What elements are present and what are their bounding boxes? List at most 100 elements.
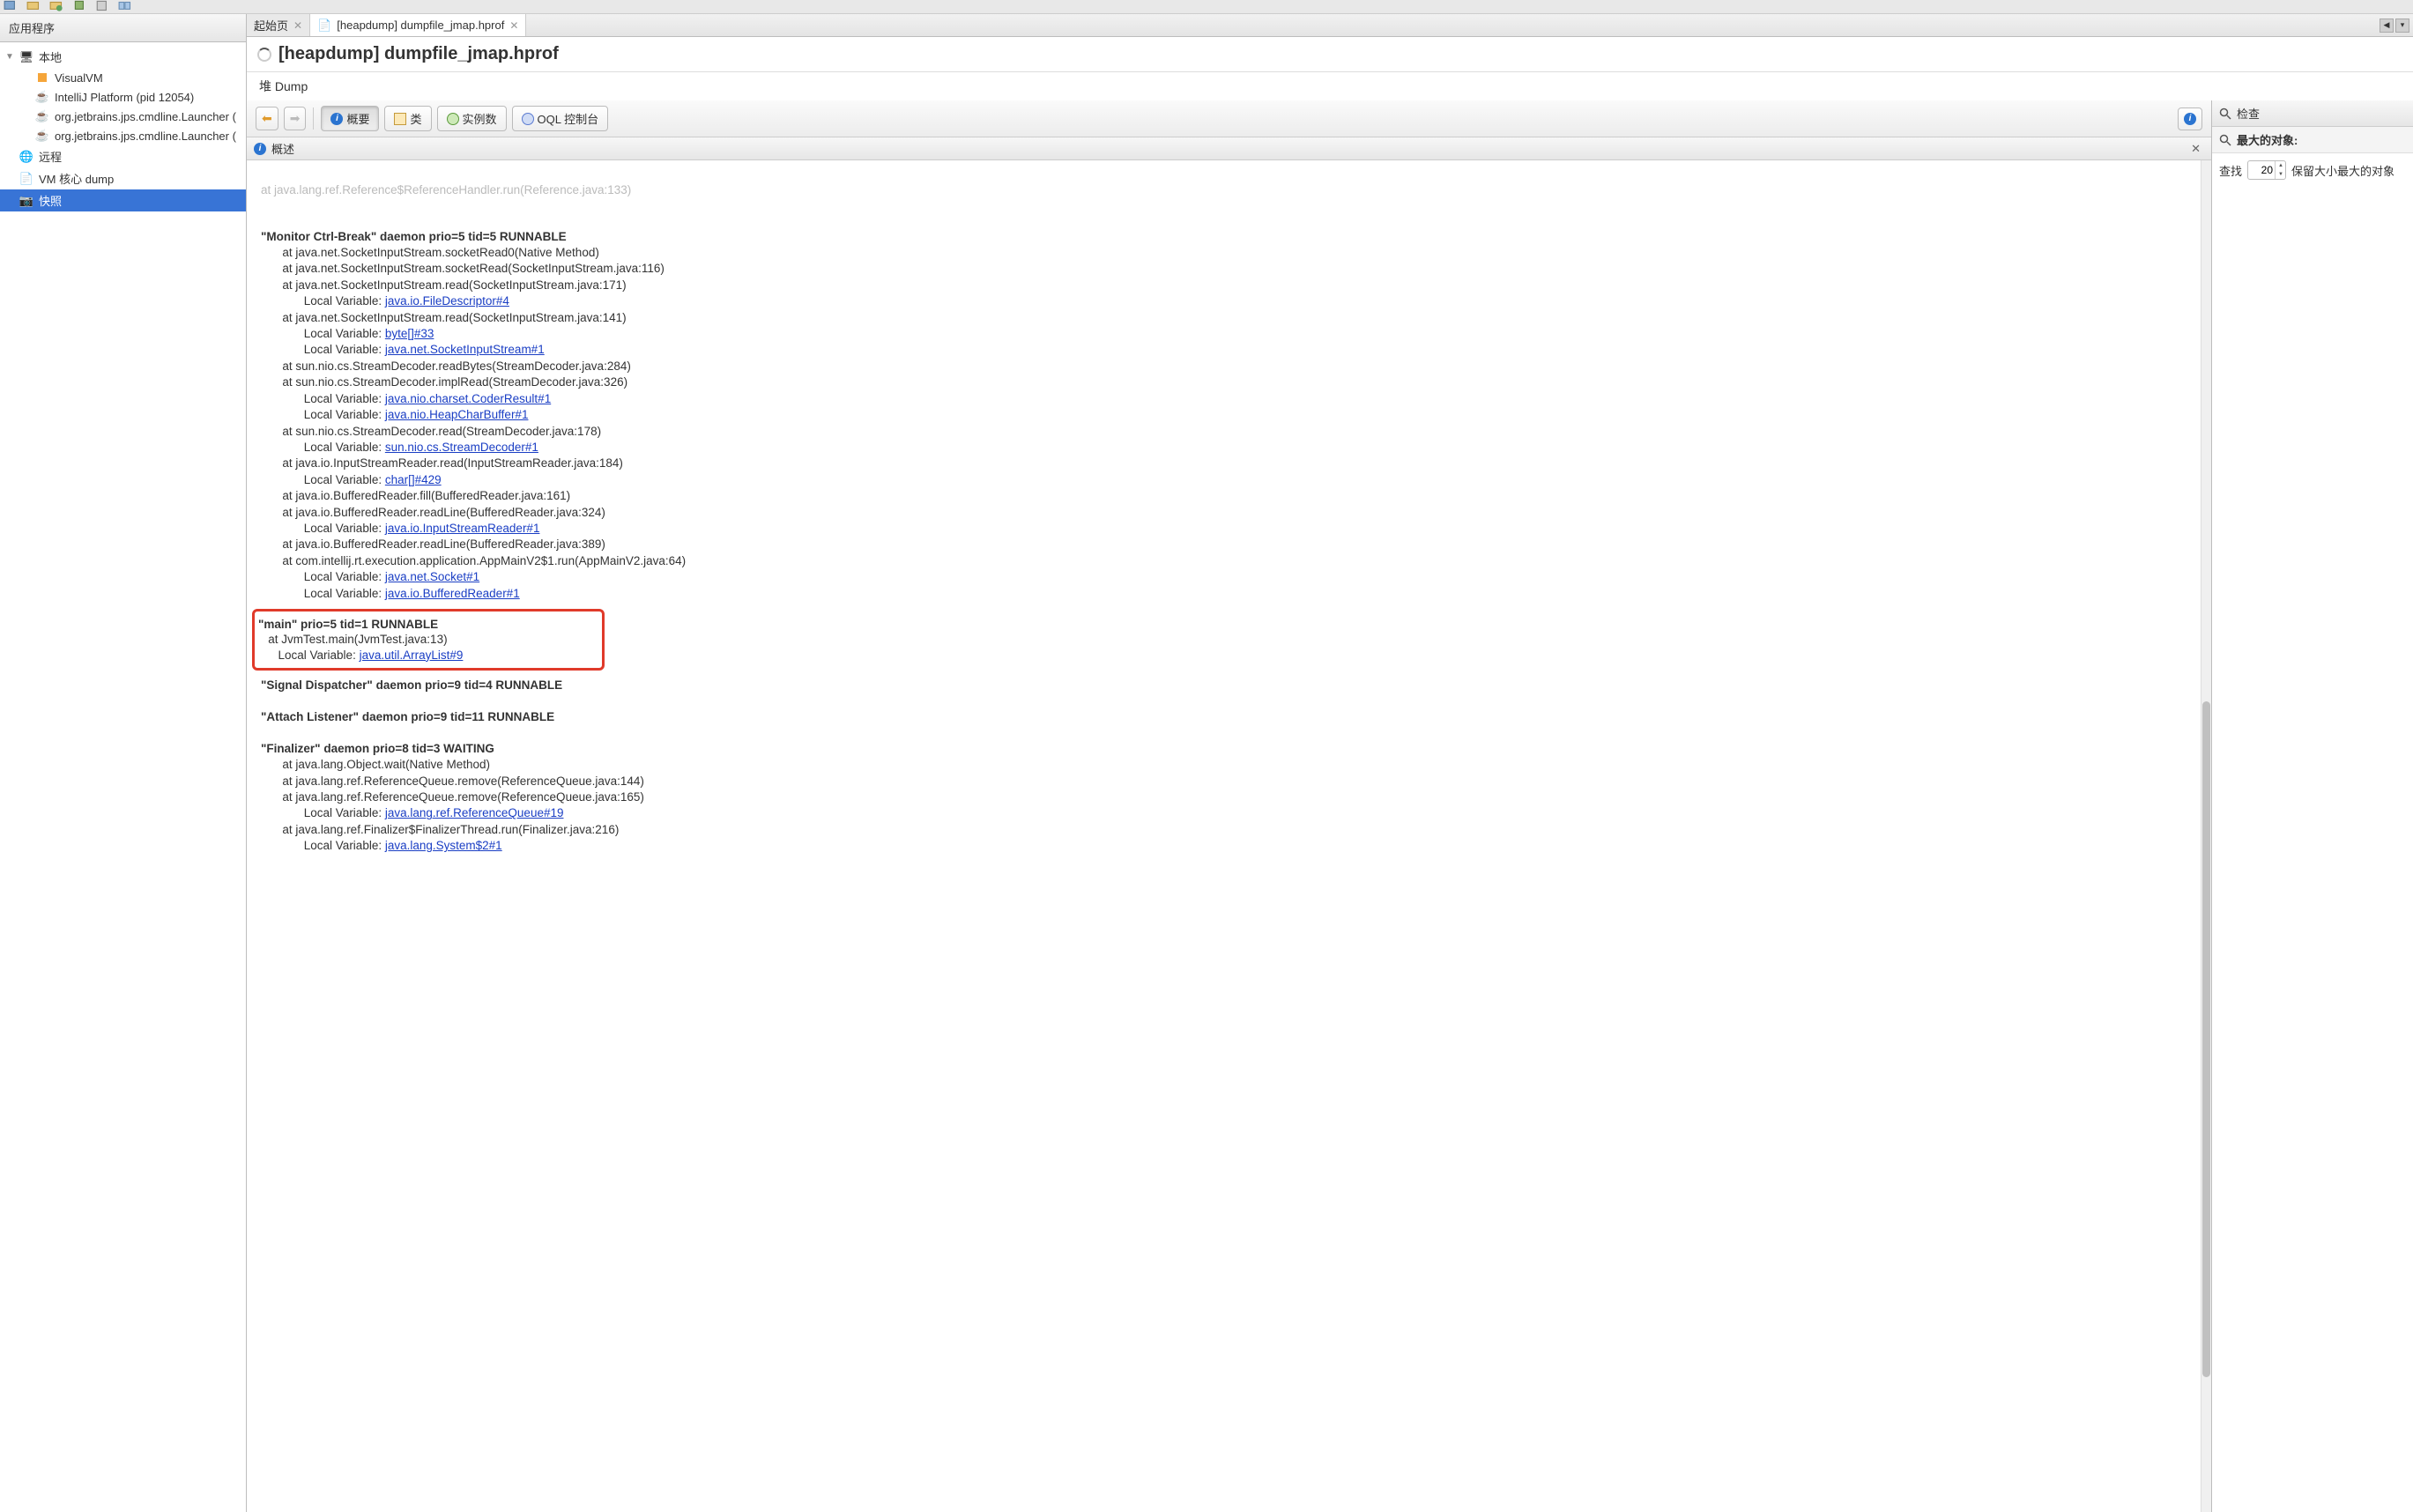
coredump-icon: 📄 — [19, 172, 33, 186]
instances-button[interactable]: 实例数 — [437, 106, 507, 131]
nav-back-button[interactable]: ⬅ — [256, 107, 278, 130]
visualvm-icon — [35, 70, 49, 85]
tree-item[interactable]: ☕ org.jetbrains.jps.cmdline.Launcher ( — [0, 126, 246, 145]
nav-forward-button[interactable]: ➡ — [284, 107, 307, 130]
stack-line: at java.lang.ref.ReferenceQueue.remove(R… — [282, 775, 644, 788]
step-up-icon[interactable]: ▲ — [2276, 161, 2286, 170]
biggest-objects-label: 最大的对象: — [2237, 131, 2298, 148]
highlighted-thread: "main" prio=5 tid=1 RUNNABLE at JvmTest.… — [252, 609, 605, 671]
scrollbar-thumb[interactable] — [2202, 701, 2210, 1377]
toolbar-icon[interactable] — [4, 0, 19, 12]
oql-button[interactable]: OQL 控制台 — [512, 106, 609, 131]
toolbar-icon[interactable] — [26, 0, 42, 12]
local-var-link[interactable]: java.util.ArrayList#9 — [360, 649, 464, 662]
editor-tab-strip: 起始页 ✕ 📄 [heapdump] dumpfile_jmap.hprof ✕… — [247, 14, 2413, 37]
tree-item[interactable]: ☕ org.jetbrains.jps.cmdline.Launcher ( — [0, 107, 246, 126]
local-var-link[interactable]: byte[]#33 — [385, 327, 434, 340]
thread-dump-view[interactable]: at java.lang.ref.Reference$ReferenceHand… — [247, 160, 2201, 1512]
thread-header: "Monitor Ctrl-Break" daemon prio=5 tid=5… — [261, 230, 567, 243]
tree-item[interactable]: VisualVM — [0, 68, 246, 87]
close-icon[interactable]: ✕ — [509, 19, 518, 32]
local-var-prefix: Local Variable: — [304, 408, 385, 421]
local-var-link[interactable]: char[]#429 — [385, 473, 442, 486]
local-var-prefix: Local Variable: — [304, 441, 385, 454]
toolbar-icon[interactable] — [118, 0, 134, 12]
snapshot-icon: 📷 — [19, 194, 33, 208]
sub-tab-label: 概述 — [271, 140, 294, 157]
local-var-prefix: Local Variable: — [304, 522, 385, 535]
local-var-link[interactable]: java.net.SocketInputStream#1 — [385, 343, 545, 356]
tree-local[interactable]: ▼ 🖥 本地 — [0, 46, 246, 68]
java-icon: ☕ — [35, 90, 49, 104]
local-var-link[interactable]: java.io.FileDescriptor#4 — [385, 294, 509, 308]
tree-remote[interactable]: 🌐 远程 — [0, 145, 246, 167]
tab-start[interactable]: 起始页 ✕ — [247, 14, 310, 36]
stack-line: at java.lang.ref.Finalizer$FinalizerThre… — [282, 823, 619, 836]
btn-label: 实例数 — [463, 110, 497, 127]
stack-line: at sun.nio.cs.StreamDecoder.read(StreamD… — [282, 425, 601, 438]
close-icon[interactable]: ✕ — [293, 19, 302, 32]
thread-header: "Signal Dispatcher" daemon prio=9 tid=4 … — [261, 678, 562, 692]
local-var-prefix: Local Variable: — [304, 806, 385, 819]
tree-label: VM 核心 dump — [39, 170, 114, 187]
tree-label: IntelliJ Platform (pid 12054) — [55, 91, 194, 104]
find-label: 查找 — [2219, 162, 2242, 179]
app-toolbar — [0, 0, 2413, 14]
stack-line: at java.lang.ref.Reference$ReferenceHand… — [261, 183, 631, 196]
local-var-link[interactable]: java.net.Socket#1 — [385, 570, 479, 583]
loading-spinner-icon — [257, 48, 271, 62]
toolbar-icon[interactable] — [72, 0, 88, 12]
thread-header: "Attach Listener" daemon prio=9 tid=11 R… — [261, 710, 554, 723]
tree-item[interactable]: ☕ IntelliJ Platform (pid 12054) — [0, 87, 246, 107]
local-var-link[interactable]: java.io.InputStreamReader#1 — [385, 522, 540, 535]
sub-tab-overview[interactable]: i 概述 — [254, 140, 294, 157]
java-icon: ☕ — [35, 129, 49, 143]
local-var-link[interactable]: java.lang.System$2#1 — [385, 839, 502, 852]
scrollbar[interactable] — [2201, 160, 2211, 1512]
local-var-link[interactable]: java.io.BufferedReader#1 — [385, 587, 520, 600]
local-var-prefix: Local Variable: — [278, 649, 360, 662]
applications-tree: ▼ 🖥 本地 VisualVM ☕ IntelliJ Platform (pid… — [0, 42, 246, 1512]
page-title: [heapdump] dumpfile_jmap.hprof — [278, 44, 559, 64]
arrow-left-icon: ⬅ — [262, 111, 272, 126]
local-var-link[interactable]: java.nio.charset.CoderResult#1 — [385, 392, 551, 405]
find-count-input[interactable] — [2248, 164, 2275, 176]
info-icon: i — [330, 113, 343, 125]
search-icon — [2219, 134, 2231, 146]
stack-line: at java.net.SocketInputStream.socketRead… — [282, 246, 598, 259]
btn-label: 概要 — [346, 110, 369, 127]
tab-label: [heapdump] dumpfile_jmap.hprof — [337, 19, 504, 32]
tab-menu-button[interactable]: ▾ — [2395, 19, 2409, 33]
page-subtitle: 堆 Dump — [247, 72, 2413, 100]
close-icon[interactable]: ✕ — [2187, 142, 2204, 156]
toolbar-icon[interactable] — [95, 0, 111, 12]
toolbar-icon[interactable] — [49, 0, 65, 12]
tab-prev-button[interactable]: ◀ — [2380, 19, 2394, 33]
tree-label: VisualVM — [55, 71, 103, 85]
step-down-icon[interactable]: ▼ — [2276, 170, 2286, 179]
page-title-row: [heapdump] dumpfile_jmap.hprof — [247, 37, 2413, 72]
local-var-prefix: Local Variable: — [304, 570, 385, 583]
document-icon: 📄 — [317, 19, 331, 33]
local-var-prefix: Local Variable: — [304, 327, 385, 340]
stack-line: at com.intellij.rt.execution.application… — [282, 554, 686, 567]
info-button[interactable]: i — [2178, 107, 2202, 130]
java-icon: ☕ — [35, 109, 49, 123]
local-var-link[interactable]: java.lang.ref.ReferenceQueue#19 — [385, 806, 564, 819]
tab-heapdump[interactable]: 📄 [heapdump] dumpfile_jmap.hprof ✕ — [310, 14, 526, 36]
classes-button[interactable]: 类 — [384, 106, 431, 131]
overview-button[interactable]: i概要 — [321, 106, 379, 131]
thread-header: "main" prio=5 tid=1 RUNNABLE — [258, 618, 438, 631]
find-count-stepper[interactable]: ▲▼ — [2247, 160, 2286, 180]
local-var-link[interactable]: sun.nio.cs.StreamDecoder#1 — [385, 441, 538, 454]
stack-line: at java.lang.ref.ReferenceQueue.remove(R… — [282, 790, 644, 804]
local-var-prefix: Local Variable: — [304, 343, 385, 356]
stack-line: at java.io.BufferedReader.readLine(Buffe… — [282, 506, 605, 519]
local-var-prefix: Local Variable: — [304, 839, 385, 852]
sub-tab-bar: i 概述 ✕ — [247, 137, 2211, 160]
local-var-link[interactable]: java.nio.HeapCharBuffer#1 — [385, 408, 529, 421]
tree-vmcore[interactable]: 📄 VM 核心 dump — [0, 167, 246, 189]
panel-title: 应用程序 — [0, 14, 246, 42]
tree-snapshot[interactable]: 📷 快照 — [0, 189, 246, 211]
stack-line: at java.net.SocketInputStream.read(Socke… — [282, 311, 626, 324]
